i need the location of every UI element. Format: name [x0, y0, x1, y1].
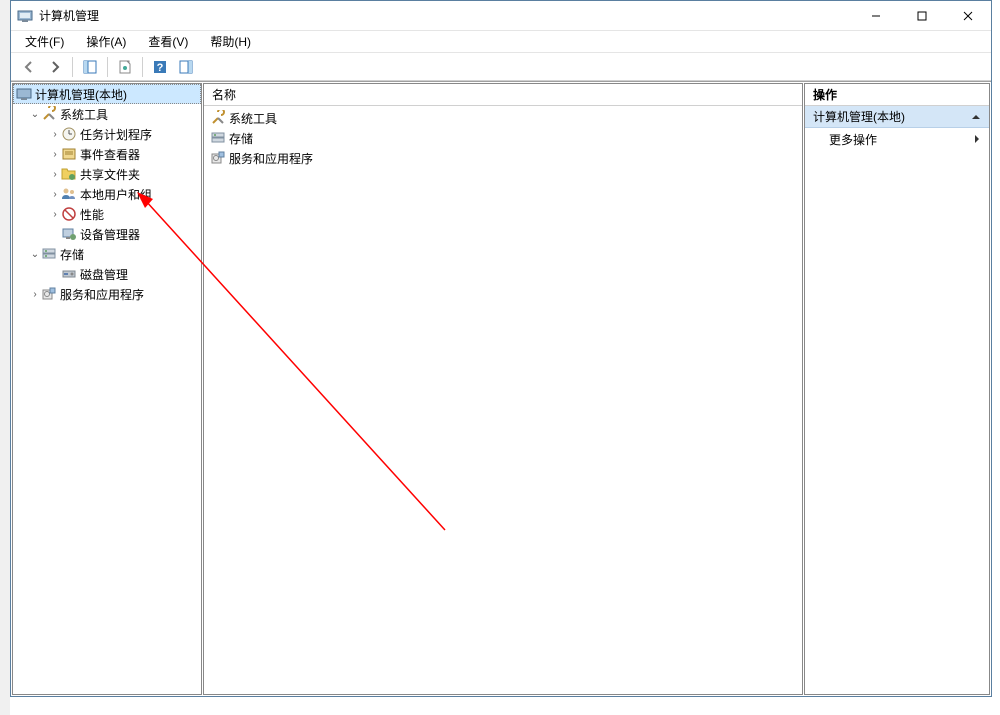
- tree-root[interactable]: 计算机管理(本地): [13, 84, 201, 104]
- actions-more[interactable]: 更多操作: [805, 128, 989, 150]
- tree-task-scheduler-label: 任务计划程序: [80, 126, 152, 143]
- expander-icon[interactable]: ›: [29, 289, 41, 300]
- menu-view[interactable]: 查看(V): [144, 31, 192, 52]
- window-controls: [853, 1, 991, 30]
- close-button[interactable]: [945, 1, 991, 30]
- tree-panel[interactable]: 计算机管理(本地) ⌄ 系统工具 › 任务计划程序 › 事件查看器 › 共享文件…: [12, 83, 202, 695]
- tree-services-apps-label: 服务和应用程序: [60, 286, 144, 303]
- performance-icon: [61, 206, 77, 222]
- window-title: 计算机管理: [39, 7, 853, 24]
- expander-icon[interactable]: ›: [49, 169, 61, 180]
- tree-storage[interactable]: ⌄ 存储: [13, 244, 201, 264]
- actions-header: 操作: [805, 84, 989, 106]
- tree-root-label: 计算机管理(本地): [35, 86, 127, 103]
- menu-file[interactable]: 文件(F): [21, 31, 68, 52]
- users-icon: [61, 186, 77, 202]
- tree-disk-management-label: 磁盘管理: [80, 266, 128, 283]
- tree-local-users-groups-label: 本地用户和组: [80, 186, 152, 203]
- tree-storage-label: 存储: [60, 246, 84, 263]
- list-panel[interactable]: 名称 系统工具 存储 服务和应用程序: [203, 83, 803, 695]
- chevron-right-icon: [973, 134, 981, 144]
- tree-event-viewer-label: 事件查看器: [80, 146, 140, 163]
- expander-icon[interactable]: ›: [49, 209, 61, 220]
- storage-icon: [41, 246, 57, 262]
- svg-text:?: ?: [157, 62, 164, 74]
- tree-performance[interactable]: › 性能: [13, 204, 201, 224]
- disk-icon: [61, 266, 77, 282]
- services-icon: [210, 150, 226, 166]
- list-item-label: 存储: [229, 130, 253, 147]
- toolbar-separator: [107, 57, 108, 77]
- list-row[interactable]: 系统工具: [204, 108, 802, 128]
- tools-icon: [41, 106, 57, 122]
- menubar: 文件(F) 操作(A) 查看(V) 帮助(H): [11, 31, 991, 53]
- help-button[interactable]: ?: [148, 55, 172, 79]
- actions-more-label: 更多操作: [829, 131, 877, 148]
- tree-local-users-groups[interactable]: › 本地用户和组: [13, 184, 201, 204]
- shared-folder-icon: [61, 166, 77, 182]
- titlebar[interactable]: 计算机管理: [11, 1, 991, 31]
- actions-section-label: 计算机管理(本地): [813, 108, 905, 125]
- minimize-button[interactable]: [853, 1, 899, 30]
- show-hide-tree-button[interactable]: [78, 55, 102, 79]
- list-body: 系统工具 存储 服务和应用程序: [204, 106, 802, 694]
- actions-section[interactable]: 计算机管理(本地): [805, 106, 989, 128]
- forward-button[interactable]: [43, 55, 67, 79]
- menu-help[interactable]: 帮助(H): [206, 31, 255, 52]
- back-button[interactable]: [17, 55, 41, 79]
- list-header-name[interactable]: 名称: [204, 84, 802, 106]
- toolbar-separator: [142, 57, 143, 77]
- list-item-label: 服务和应用程序: [229, 150, 313, 167]
- tree-shared-folders[interactable]: › 共享文件夹: [13, 164, 201, 184]
- tree-performance-label: 性能: [80, 206, 104, 223]
- app-icon: [17, 8, 33, 24]
- expander-icon[interactable]: ›: [49, 189, 61, 200]
- collapse-icon: [971, 112, 981, 122]
- services-icon: [41, 286, 57, 302]
- show-hide-action-button[interactable]: [174, 55, 198, 79]
- menu-action[interactable]: 操作(A): [82, 31, 130, 52]
- properties-button[interactable]: [113, 55, 137, 79]
- content-area: 计算机管理(本地) ⌄ 系统工具 › 任务计划程序 › 事件查看器 › 共享文件…: [11, 81, 991, 696]
- expander-icon[interactable]: ⌄: [29, 109, 41, 120]
- tree-system-tools-label: 系统工具: [60, 106, 108, 123]
- tree-task-scheduler[interactable]: › 任务计划程序: [13, 124, 201, 144]
- computer-management-window: 计算机管理 文件(F) 操作(A) 查看(V) 帮助(H): [10, 0, 992, 697]
- event-icon: [61, 146, 77, 162]
- toolbar-separator: [72, 57, 73, 77]
- expander-icon[interactable]: ›: [49, 129, 61, 140]
- tree-disk-management[interactable]: 磁盘管理: [13, 264, 201, 284]
- expander-icon[interactable]: ›: [49, 149, 61, 160]
- tree-services-apps[interactable]: › 服务和应用程序: [13, 284, 201, 304]
- tree-device-manager[interactable]: 设备管理器: [13, 224, 201, 244]
- tree-shared-folders-label: 共享文件夹: [80, 166, 140, 183]
- tools-icon: [210, 110, 226, 126]
- tree-system-tools[interactable]: ⌄ 系统工具: [13, 104, 201, 124]
- list-row[interactable]: 存储: [204, 128, 802, 148]
- storage-icon: [210, 130, 226, 146]
- list-item-label: 系统工具: [229, 110, 277, 127]
- computer-icon: [16, 86, 32, 102]
- device-icon: [61, 226, 77, 242]
- background-edge: [0, 0, 10, 715]
- expander-icon[interactable]: ⌄: [29, 249, 41, 260]
- actions-panel: 操作 计算机管理(本地) 更多操作: [804, 83, 990, 695]
- maximize-button[interactable]: [899, 1, 945, 30]
- list-row[interactable]: 服务和应用程序: [204, 148, 802, 168]
- clock-icon: [61, 126, 77, 142]
- tree-event-viewer[interactable]: › 事件查看器: [13, 144, 201, 164]
- toolbar: ?: [11, 53, 991, 81]
- tree-device-manager-label: 设备管理器: [80, 226, 140, 243]
